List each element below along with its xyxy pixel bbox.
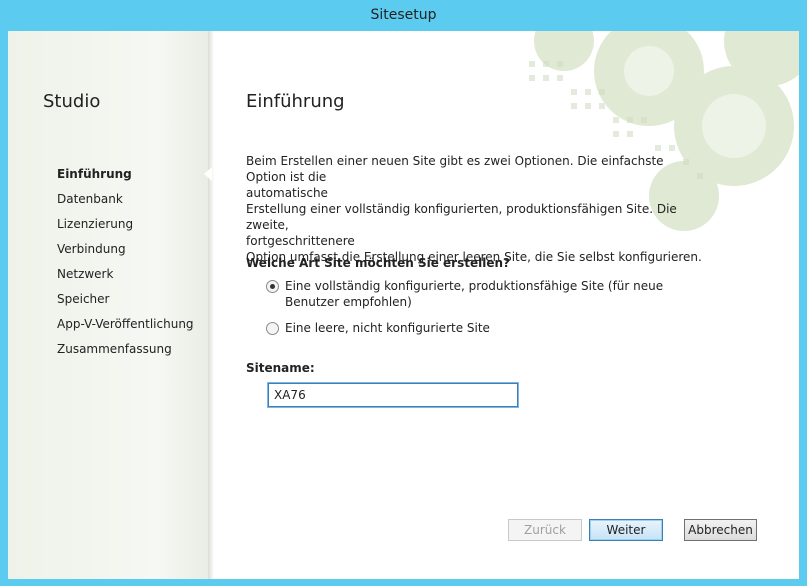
cancel-button[interactable]: Abbrechen [684,519,757,541]
step-netzwerk[interactable]: Netzwerk [57,265,194,290]
option-empty-site-label[interactable]: Eine leere, nicht konfigurierte Site [285,320,685,336]
step-einfuehrung[interactable]: Einführung [57,165,194,190]
title-bar[interactable]: Sitesetup [0,0,807,31]
page-heading: Einführung [246,91,345,112]
intro-line: Beim Erstellen einer neuen Site gibt es … [246,154,664,184]
option-configured-site-label[interactable]: Eine vollständig konfigurierte, produkti… [285,278,685,310]
sidebar: Studio Einführung Datenbank Lizenzierung… [8,31,208,579]
next-button[interactable]: Weiter [589,519,663,541]
step-speicher[interactable]: Speicher [57,290,194,315]
dialog-client-area: Studio Einführung Datenbank Lizenzierung… [8,31,799,579]
step-appv-veroeffentlichung[interactable]: App-V-Veröffentlichung [57,315,194,340]
step-zusammenfassung[interactable]: Zusammenfassung [57,340,194,365]
radio-button[interactable] [266,322,279,335]
wizard-step-list: Einführung Datenbank Lizenzierung Verbin… [57,165,194,365]
studio-title: Studio [43,91,101,112]
intro-line: Erstellung einer vollständig konfigurier… [246,202,677,232]
sitename-input[interactable] [268,383,518,407]
active-step-pointer-icon [204,167,212,181]
main-panel: Einführung Beim Erstellen einer neuen Si… [214,31,799,579]
radio-button-selected[interactable] [266,280,279,293]
intro-text: Beim Erstellen einer neuen Site gibt es … [246,153,706,265]
option-configured-site[interactable]: Eine vollständig konfigurierte, produkti… [266,278,685,310]
sitename-label: Sitename: [246,361,315,375]
option-empty-site[interactable]: Eine leere, nicht konfigurierte Site [266,320,685,336]
window-title: Sitesetup [370,7,437,23]
setup-window: Sitesetup Studio Einführung Datenbank Li… [0,0,807,586]
radio-dot-icon [270,284,275,289]
site-type-question: Welche Art Site möchten Sie erstellen? [246,256,510,270]
intro-line: fortgeschrittenere [246,234,355,248]
intro-line: automatische [246,186,328,200]
step-datenbank[interactable]: Datenbank [57,190,194,215]
back-button[interactable]: Zurück [508,519,582,541]
step-lizenzierung[interactable]: Lizenzierung [57,215,194,240]
step-verbindung[interactable]: Verbindung [57,240,194,265]
